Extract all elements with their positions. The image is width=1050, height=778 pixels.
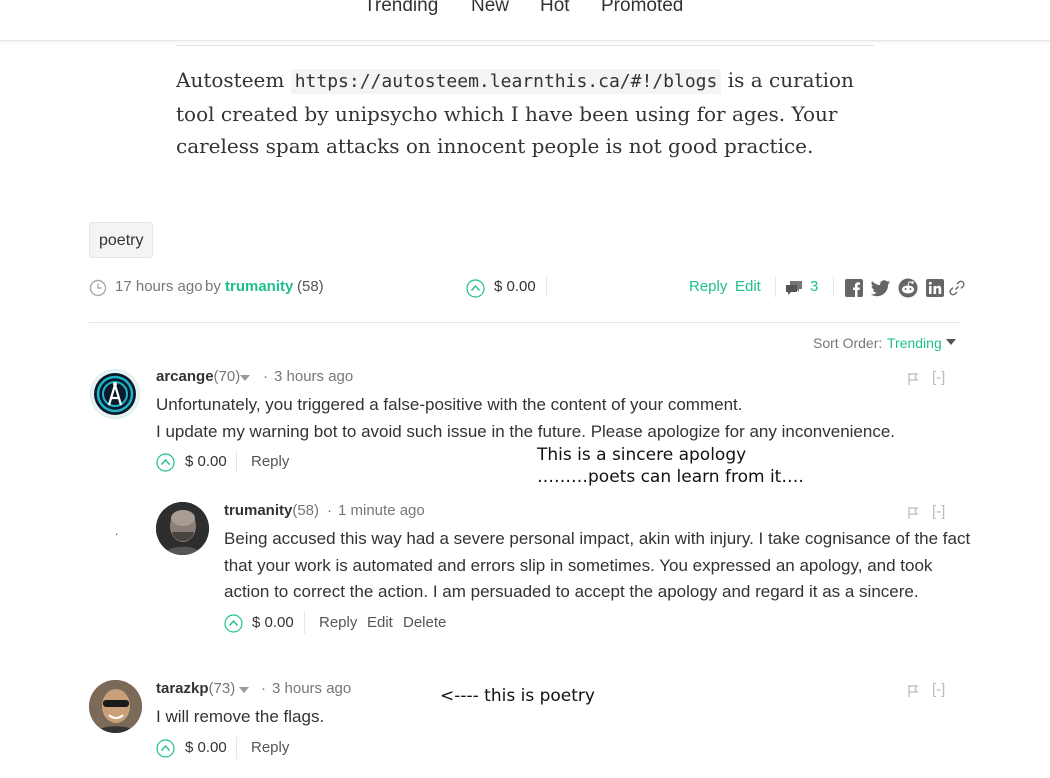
nav-new[interactable]: New [471,0,509,17]
divider [775,277,776,297]
post-time[interactable]: 17 hours ago [115,277,203,297]
divider [236,737,237,759]
divider [236,451,237,473]
comment-reply-link[interactable]: Reply [251,452,289,472]
comment-payout[interactable]: $ 0.00 [185,738,227,758]
post-author[interactable]: trumanity [225,277,293,297]
collapse-toggle[interactable]: [-] [932,369,945,386]
post-divider [176,45,874,46]
chevron-down-icon[interactable] [239,687,249,693]
collapse-toggle[interactable]: [-] [932,681,945,698]
sort-order-dropdown[interactable]: Trending [887,333,942,353]
comment-body-line: I will remove the flags. [156,707,325,726]
post-payout[interactable]: $ 0.00 [494,277,536,297]
arcange-logo-icon [91,370,139,418]
post-text-before: Autosteem [176,68,291,92]
top-nav: Trending New Hot Promoted [0,0,1050,41]
post-code-url: https://autosteem.learnthis.ca/#!/blogs [290,69,722,94]
divider [833,277,834,297]
comment-body-line: Being accused this way had a severe pers… [224,529,971,548]
comment-edit-link[interactable]: Edit [367,613,393,633]
post-comment-count[interactable]: 3 [810,277,818,297]
clock-icon [89,279,107,297]
linkedin-icon[interactable] [926,279,944,297]
dot-marker: . [115,524,119,538]
post-footer-divider [89,322,960,323]
comment-body-line: I update my warning bot to avoid such is… [156,422,896,441]
upvote-icon[interactable] [466,279,485,298]
flag-icon[interactable] [907,684,920,698]
annotation-arrow-note: <---- this is poetry [440,686,595,706]
tarazkp-avatar-icon [89,680,142,733]
comments-icon[interactable] [784,280,804,296]
comment-payout[interactable]: $ 0.00 [185,452,227,472]
dot-separator: · [327,502,332,519]
divider [304,612,305,634]
avatar[interactable] [89,680,142,733]
dot-separator: · [261,680,266,697]
trumanity-avatar-icon [156,502,209,555]
comment-time[interactable]: 3 hours ago [274,367,353,387]
chevron-down-icon[interactable] [240,375,250,381]
upvote-icon[interactable] [224,614,243,633]
flag-icon[interactable] [907,506,920,520]
post-edit-link[interactable]: Edit [735,277,761,297]
comment-time[interactable]: 3 hours ago [272,679,351,699]
flag-icon[interactable] [907,372,920,386]
reddit-icon[interactable] [898,278,918,298]
twitter-icon[interactable] [871,279,891,297]
comment-reply-link[interactable]: Reply [251,738,289,758]
comment-body-line: action to correct the action. I am persu… [224,582,919,601]
post-body: Autosteem https://autosteem.learnthis.ca… [176,64,876,162]
comment-body-line: Unfortunately, you triggered a false-pos… [156,395,743,414]
tag-poetry[interactable]: poetry [89,222,154,258]
nav-hot[interactable]: Hot [540,0,570,17]
post-reply-link[interactable]: Reply [689,277,727,297]
avatar[interactable] [90,369,140,419]
divider [546,277,547,297]
comment-author[interactable]: tarazkp(73) [156,679,235,699]
chevron-down-icon[interactable] [946,339,956,346]
post-author-rep: (58) [297,278,324,295]
facebook-icon[interactable] [845,279,863,297]
collapse-toggle[interactable]: [-] [932,503,945,520]
nav-trending[interactable]: Trending [364,0,438,17]
upvote-icon[interactable] [156,739,175,758]
comment-delete-link[interactable]: Delete [403,613,446,633]
sort-order-label: Sort Order: [813,335,883,351]
comment-author[interactable]: arcange(70) [156,367,240,387]
comment-reply-link[interactable]: Reply [319,613,357,633]
comment-body-line: that your work is automated and errors s… [224,556,933,575]
upvote-icon[interactable] [156,453,175,472]
avatar[interactable] [156,502,209,555]
nav-promoted[interactable]: Promoted [601,0,683,17]
post-by-label: by [205,278,221,295]
comment-time[interactable]: 1 minute ago [338,501,425,521]
annotation-note-line1: This is a sincere apology [537,445,747,465]
annotation-note-line2: ………poets can learn from it…. [537,467,804,487]
link-icon[interactable] [949,280,965,296]
comment-author[interactable]: trumanity(58) [224,501,319,521]
dot-separator: · [263,368,268,385]
comment-payout[interactable]: $ 0.00 [252,613,294,633]
